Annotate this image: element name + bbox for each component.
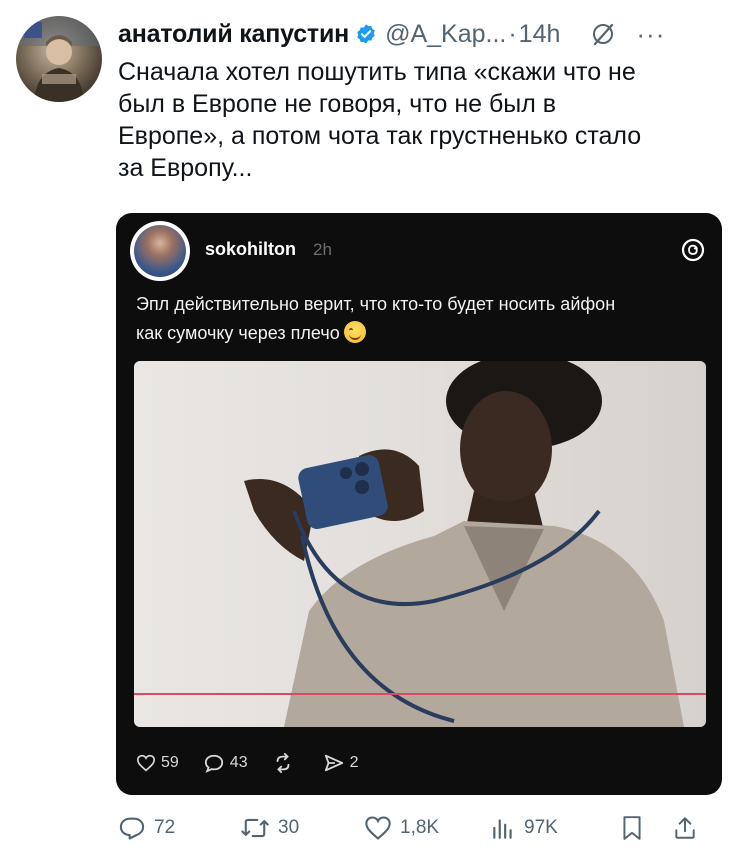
reply-icon: [119, 817, 145, 840]
quote-share-count: 2: [349, 754, 359, 771]
send-icon: [324, 754, 343, 772]
tweet-header: анатолий капустин @A_Kap... · 14h ···: [118, 14, 730, 54]
retweet-count: 30: [278, 817, 300, 838]
share-button[interactable]: [672, 815, 706, 841]
reply-count: 72: [154, 817, 176, 838]
tweet-text: Сначала хотел пошутить типа «скажи что н…: [118, 58, 642, 182]
quote-username[interactable]: sokohilton: [205, 239, 296, 260]
tweet-time[interactable]: 14h: [519, 20, 561, 49]
threads-logo-icon: [681, 238, 705, 262]
quote-like-count: 59: [161, 754, 179, 771]
photo-person-with-phone: [244, 361, 684, 727]
quote-media-image[interactable]: [134, 361, 706, 727]
quote-reply-button[interactable]: 43: [203, 753, 248, 773]
share-icon: [675, 817, 695, 839]
reply-button[interactable]: 72: [118, 815, 240, 841]
retweet-icon: [241, 818, 269, 838]
like-heart-icon: [365, 816, 391, 840]
views-count: 97K: [524, 817, 558, 838]
smiling-face-icon: [343, 321, 366, 343]
image-red-line: [134, 693, 706, 695]
quote-actions: 59 43 2: [136, 749, 383, 777]
quote-author-photo: [134, 225, 186, 277]
tweet-action-bar: 72 30 1,8K 97K: [118, 808, 724, 848]
more-options-icon[interactable]: ···: [636, 21, 665, 47]
author-avatar[interactable]: [16, 16, 102, 102]
retweet-button[interactable]: 30: [240, 815, 364, 841]
quote-reply-count: 43: [229, 754, 248, 771]
like-count: 1,8K: [400, 817, 440, 838]
author-handle[interactable]: @A_Kap...: [385, 20, 506, 49]
author-name[interactable]: анатолий капустин: [118, 20, 349, 49]
comment-icon: [204, 754, 223, 773]
separator-dot: ·: [508, 19, 517, 48]
views-button[interactable]: 97K: [490, 815, 620, 841]
quoted-post[interactable]: sokohilton 2h Эпл действительно верит, ч…: [116, 213, 722, 795]
repost-icon: [276, 753, 289, 773]
author-photo: [16, 16, 102, 102]
heart-icon: [136, 754, 156, 772]
like-button[interactable]: 1,8K: [364, 815, 490, 841]
quote-like-button[interactable]: 59: [136, 754, 179, 772]
verified-badge-icon: [357, 24, 375, 44]
grok-icon[interactable]: [590, 21, 616, 47]
quote-repost-button[interactable]: [272, 753, 299, 773]
views-chart-icon: [493, 819, 512, 839]
bookmark-button[interactable]: [620, 815, 672, 841]
quote-text-content: Эпл действительно верит, что кто-то буде…: [136, 294, 616, 343]
quote-time: 2h: [313, 240, 332, 259]
quote-author-avatar[interactable]: [130, 221, 190, 281]
bookmark-icon: [623, 816, 641, 840]
quote-share-button[interactable]: 2: [323, 753, 359, 773]
quote-text: Эпл действительно верит, что кто-то буде…: [136, 290, 716, 348]
